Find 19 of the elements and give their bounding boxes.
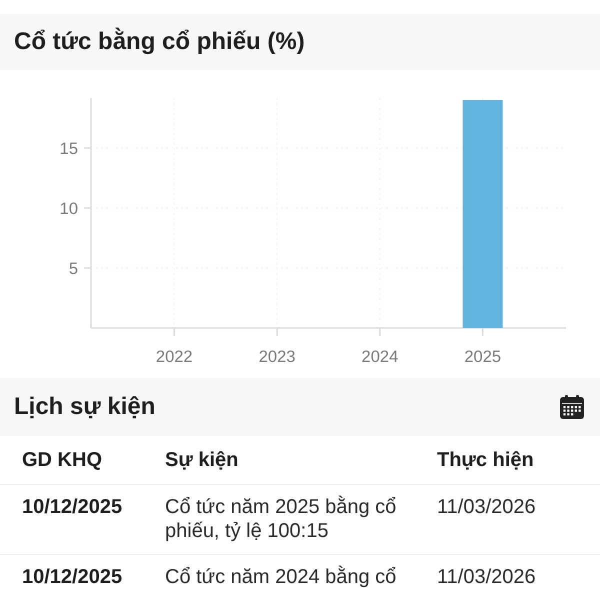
y-tick-label: 10 [60,200,78,218]
section-title: Lịch sự kiện [14,392,156,422]
table-cell-text: 10/12/2025 [22,495,124,520]
x-tick-label: 2023 [258,348,296,366]
y-tick-label: 5 [68,260,78,278]
table-cell-text: Cổ tức năm 2025 bằng cổ phiếu, tỷ lệ 100:15 [165,495,398,543]
column-header: GD KHQ [22,448,103,472]
table-cell-text: 11/03/2026 [437,495,537,520]
section-title: Cổ tức bằng cổ phiếu (%) [14,27,305,57]
table-cell-text: 11/03/2026 [437,565,537,589]
x-tick-label: 2022 [156,348,193,366]
table-cell-text: Cổ tức năm 2024 bằng cổ [165,565,398,589]
column-header: Thực hiện [437,448,535,472]
x-tick-label: 2024 [362,348,398,366]
y-tick-label: 15 [60,140,78,158]
calendar-icon[interactable] [560,395,584,419]
table-cell-text: 10/12/2025 [22,565,124,589]
column-header: Sự kiện [165,448,240,472]
x-tick-label: 2025 [464,348,502,366]
